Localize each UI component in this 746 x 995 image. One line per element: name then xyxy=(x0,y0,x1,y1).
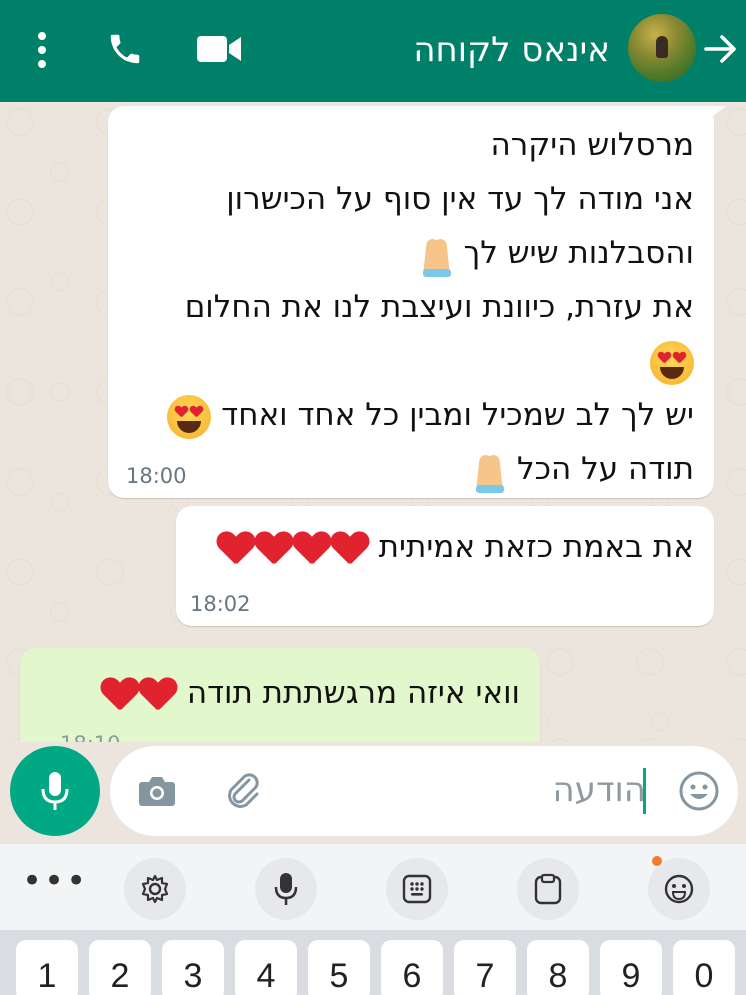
chat-header: אינאס לקוחה xyxy=(0,0,746,102)
key-8[interactable]: 8 xyxy=(527,940,589,995)
settings-icon[interactable] xyxy=(124,858,186,920)
notification-dot xyxy=(652,856,662,866)
key-5[interactable]: 5 xyxy=(308,940,370,995)
message-line: וואי איזה מרגשתתת תודה xyxy=(40,666,520,720)
heart-eyes-emoji xyxy=(650,340,694,385)
message-bubble[interactable]: וואי איזה מרגשתתת תודה 18:10 xyxy=(20,648,540,742)
camera-icon[interactable] xyxy=(132,766,182,816)
mic-icon xyxy=(41,772,69,810)
voice-input-icon[interactable] xyxy=(255,858,317,920)
call-icon[interactable] xyxy=(102,26,148,72)
avatar[interactable] xyxy=(628,14,696,82)
message-time: 18:02 xyxy=(190,592,251,616)
contact-name[interactable]: אינאס לקוחה xyxy=(413,24,610,76)
attach-icon[interactable] xyxy=(218,766,268,816)
message-line: תודה על הכל xyxy=(128,442,694,496)
heart-emoji xyxy=(102,678,138,712)
message-line: יש לך לב שמכיל ומבין כל אחד ואחד xyxy=(128,388,694,442)
message-line: מרסלוש היקרה xyxy=(490,127,694,163)
message-line: את עזרת, כיוונת ועיצבת לנו את החלום xyxy=(184,289,694,325)
more-icon[interactable]: ••• xyxy=(22,864,86,906)
video-icon[interactable] xyxy=(192,26,246,72)
key-6[interactable]: 6 xyxy=(381,940,443,995)
clipboard-icon[interactable] xyxy=(517,858,579,920)
keyboard-toolbar: ••• xyxy=(0,844,746,930)
key-3[interactable]: 3 xyxy=(162,940,224,995)
message-line: והסבלנות שיש לך xyxy=(128,226,694,280)
message-line: את באמת כזאת אמיתית xyxy=(196,520,694,574)
key-1[interactable]: 1 xyxy=(16,940,78,995)
mic-button[interactable] xyxy=(10,746,100,836)
message-line xyxy=(128,334,694,388)
heart-emoji xyxy=(332,532,368,566)
message-placeholder: הודעה xyxy=(552,770,646,810)
message-time: 18:10 xyxy=(60,732,121,742)
key-7[interactable]: 7 xyxy=(454,940,516,995)
heart-emoji xyxy=(294,532,330,566)
text-caret xyxy=(643,768,646,814)
folded-hands-emoji xyxy=(420,233,454,277)
menu-icon[interactable] xyxy=(22,28,62,72)
folded-hands-emoji xyxy=(473,449,507,493)
key-2[interactable]: 2 xyxy=(89,940,151,995)
message-bubble[interactable]: מרסלוש היקרה אני מודה לך עד אין סוף על ה… xyxy=(108,106,714,498)
chat-area[interactable]: מרסלוש היקרה אני מודה לך עד אין סוף על ה… xyxy=(0,102,746,742)
keyboard-number-row: 1 2 3 4 5 6 7 8 9 0 xyxy=(0,930,746,995)
emoji-icon[interactable] xyxy=(674,766,724,816)
key-9[interactable]: 9 xyxy=(600,940,662,995)
message-input[interactable]: הודעה xyxy=(110,746,738,836)
key-0[interactable]: 0 xyxy=(673,940,735,995)
key-4[interactable]: 4 xyxy=(235,940,297,995)
keypad-icon[interactable] xyxy=(386,858,448,920)
message-time: 18:00 xyxy=(126,464,187,488)
sticker-icon[interactable] xyxy=(648,858,710,920)
back-arrow-icon[interactable] xyxy=(696,24,746,74)
heart-emoji xyxy=(140,678,176,712)
message-line: אני מודה לך עד אין סוף על הכישרון xyxy=(226,181,694,217)
heart-emoji xyxy=(218,532,254,566)
message-bubble[interactable]: את באמת כזאת אמיתית 18:02 xyxy=(176,506,714,626)
heart-eyes-emoji xyxy=(167,394,212,439)
heart-emoji xyxy=(256,532,292,566)
